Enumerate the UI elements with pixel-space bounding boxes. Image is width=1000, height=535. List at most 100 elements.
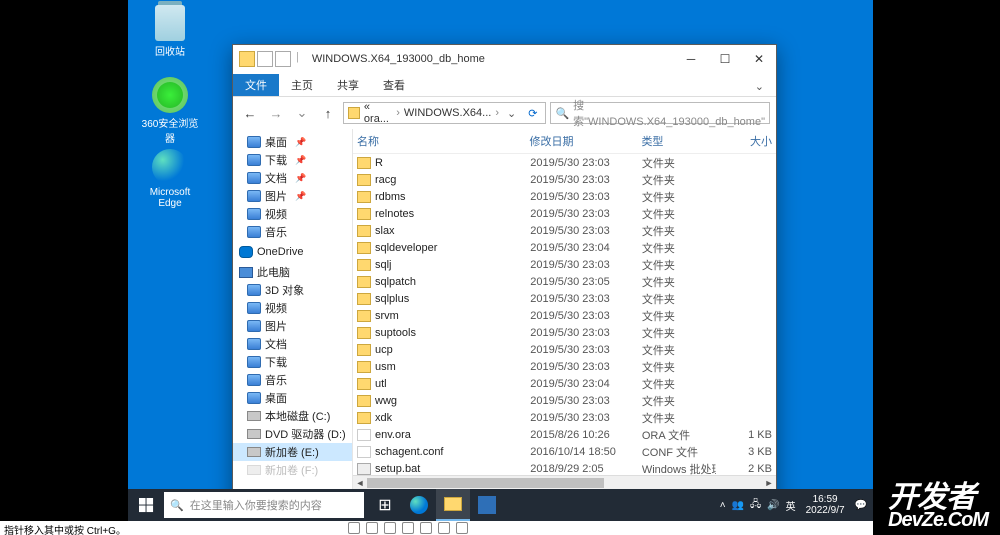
- sidebar-item-label: 文档: [265, 170, 287, 186]
- minimize-button[interactable]: ─: [674, 45, 708, 73]
- sidebar-onedrive[interactable]: OneDrive: [233, 245, 352, 259]
- sidebar-thispc[interactable]: 此电脑: [233, 263, 352, 281]
- tb-task-explorer[interactable]: [436, 489, 470, 521]
- file-row[interactable]: sqlpatch2019/5/30 23:05文件夹: [353, 273, 776, 290]
- file-row[interactable]: relnotes2019/5/30 23:03文件夹: [353, 205, 776, 222]
- file-row[interactable]: sqlj2019/5/30 23:03文件夹: [353, 256, 776, 273]
- sidebar-pc-item[interactable]: 3D 对象: [233, 281, 352, 299]
- maximize-button[interactable]: ☐: [708, 45, 742, 73]
- recent-dropdown-icon[interactable]: ⌄: [291, 102, 313, 124]
- file-list[interactable]: R2019/5/30 23:03文件夹racg2019/5/30 23:03文件…: [353, 154, 776, 475]
- tb-task-browser[interactable]: [402, 489, 436, 521]
- breadcrumb-part[interactable]: WINDOWS.X64...: [404, 107, 491, 119]
- tray-ime[interactable]: 英: [786, 498, 796, 513]
- column-date[interactable]: 修改日期: [530, 133, 642, 149]
- scroll-right-icon[interactable]: ►: [762, 476, 776, 490]
- sidebar-pc-item[interactable]: 新加卷 (E:): [233, 443, 352, 461]
- tab-share[interactable]: 共享: [325, 74, 371, 96]
- host-indicator-icon[interactable]: [456, 522, 468, 534]
- host-indicator-icon[interactable]: [366, 522, 378, 534]
- address-bar[interactable]: « ora... › WINDOWS.X64... › ⌄ ⟳: [343, 102, 546, 124]
- file-row[interactable]: R2019/5/30 23:03文件夹: [353, 154, 776, 171]
- host-indicator-icon[interactable]: [384, 522, 396, 534]
- column-type[interactable]: 类型: [641, 133, 716, 149]
- sidebar-quick-item[interactable]: 图片📌: [233, 187, 352, 205]
- search-box[interactable]: 🔍 搜索"WINDOWS.X64_193000_db_home": [550, 102, 770, 124]
- file-row[interactable]: env.ora2015/8/26 10:26ORA 文件1 KB: [353, 426, 776, 443]
- file-row[interactable]: suptools2019/5/30 23:03文件夹: [353, 324, 776, 341]
- sidebar-pc-item[interactable]: 桌面: [233, 389, 352, 407]
- sidebar-pc-item[interactable]: 图片: [233, 317, 352, 335]
- file-row[interactable]: racg2019/5/30 23:03文件夹: [353, 171, 776, 188]
- column-name[interactable]: 名称: [357, 133, 530, 149]
- host-indicator-icon[interactable]: [438, 522, 450, 534]
- tab-file[interactable]: 文件: [233, 74, 279, 96]
- refresh-icon[interactable]: ⟳: [524, 107, 541, 120]
- file-row[interactable]: setup.bat2018/9/29 2:05Windows 批处理...2 K…: [353, 460, 776, 475]
- host-indicator-icon[interactable]: [402, 522, 414, 534]
- taskbar-search[interactable]: 🔍 在这里输入你要搜索的内容: [164, 492, 364, 518]
- file-date: 2019/5/30 23:04: [530, 242, 642, 254]
- titlebar[interactable]: | WINDOWS.X64_193000_db_home ─ ☐ ✕: [233, 45, 776, 73]
- sidebar-pc-item[interactable]: DVD 驱动器 (D:): [233, 425, 352, 443]
- file-row[interactable]: srvm2019/5/30 23:03文件夹: [353, 307, 776, 324]
- tray-people-icon[interactable]: 👥: [732, 500, 744, 511]
- sidebar-quick-item[interactable]: 桌面📌: [233, 133, 352, 151]
- host-indicator-icon[interactable]: [420, 522, 432, 534]
- sidebar-quick-item[interactable]: 文档📌: [233, 169, 352, 187]
- tray-clock[interactable]: 16:59 2022/9/7: [802, 494, 849, 516]
- scroll-left-icon[interactable]: ◄: [353, 476, 367, 490]
- edge[interactable]: Microsoft Edge: [140, 149, 200, 209]
- task-view-button[interactable]: ⊞: [368, 489, 402, 521]
- nav-pane[interactable]: 桌面📌下载📌文档📌图片📌视频音乐OneDrive此电脑3D 对象视频图片文档下载…: [233, 129, 353, 489]
- back-button[interactable]: ←: [239, 102, 261, 124]
- chevron-right-icon[interactable]: ›: [396, 107, 400, 119]
- breadcrumb-part[interactable]: « ora...: [364, 101, 392, 125]
- tab-home[interactable]: 主页: [279, 74, 325, 96]
- window-title: WINDOWS.X64_193000_db_home: [308, 53, 674, 65]
- qat-icon[interactable]: [275, 51, 291, 67]
- sidebar-quick-item[interactable]: 音乐: [233, 223, 352, 241]
- sidebar-quick-item[interactable]: 下载📌: [233, 151, 352, 169]
- ribbon-expand-icon[interactable]: ⌄: [743, 77, 776, 96]
- address-dropdown-icon[interactable]: ⌄: [503, 107, 520, 120]
- browser-360[interactable]: 360安全浏览器: [140, 77, 200, 137]
- file-row[interactable]: wwg2019/5/30 23:03文件夹: [353, 392, 776, 409]
- qat-icon[interactable]: [257, 51, 273, 67]
- tray-volume-icon[interactable]: 🔊: [767, 500, 779, 511]
- file-row[interactable]: schagent.conf2016/10/14 18:50CONF 文件3 KB: [353, 443, 776, 460]
- host-indicator-icon[interactable]: [348, 522, 360, 534]
- file-row[interactable]: sqlplus2019/5/30 23:03文件夹: [353, 290, 776, 307]
- tray-expand-icon[interactable]: ˄: [720, 500, 726, 511]
- sidebar-pc-item[interactable]: 音乐: [233, 371, 352, 389]
- file-row[interactable]: xdk2019/5/30 23:03文件夹: [353, 409, 776, 426]
- scroll-thumb[interactable]: [367, 478, 604, 488]
- start-button[interactable]: [128, 489, 164, 521]
- up-button[interactable]: ↑: [317, 102, 339, 124]
- chevron-right-icon[interactable]: ›: [495, 107, 499, 119]
- file-row[interactable]: sqldeveloper2019/5/30 23:04文件夹: [353, 239, 776, 256]
- tab-view[interactable]: 查看: [371, 74, 417, 96]
- file-date: 2019/5/30 23:03: [530, 191, 642, 203]
- close-button[interactable]: ✕: [742, 45, 776, 73]
- folder-icon: [247, 302, 261, 314]
- tray-network-icon[interactable]: 🖧: [750, 497, 761, 514]
- watermark-line1: 开发者: [888, 484, 988, 511]
- ribbon: 文件 主页 共享 查看 ⌄: [233, 73, 776, 97]
- notifications-icon[interactable]: 💬: [855, 500, 867, 511]
- horizontal-scrollbar[interactable]: ◄ ►: [353, 475, 776, 489]
- sidebar-quick-item[interactable]: 视频: [233, 205, 352, 223]
- file-row[interactable]: ucp2019/5/30 23:03文件夹: [353, 341, 776, 358]
- file-row[interactable]: slax2019/5/30 23:03文件夹: [353, 222, 776, 239]
- tb-task-store[interactable]: [470, 489, 504, 521]
- file-row[interactable]: utl2019/5/30 23:04文件夹: [353, 375, 776, 392]
- file-row[interactable]: rdbms2019/5/30 23:03文件夹: [353, 188, 776, 205]
- sidebar-pc-item[interactable]: 下载: [233, 353, 352, 371]
- sidebar-pc-item[interactable]: 本地磁盘 (C:): [233, 407, 352, 425]
- column-size[interactable]: 大小: [716, 133, 772, 149]
- sidebar-pc-item[interactable]: 新加卷 (F:): [233, 461, 352, 479]
- sidebar-pc-item[interactable]: 文档: [233, 335, 352, 353]
- sidebar-pc-item[interactable]: 视频: [233, 299, 352, 317]
- file-row[interactable]: usm2019/5/30 23:03文件夹: [353, 358, 776, 375]
- recycle-bin[interactable]: 回收站: [140, 5, 200, 65]
